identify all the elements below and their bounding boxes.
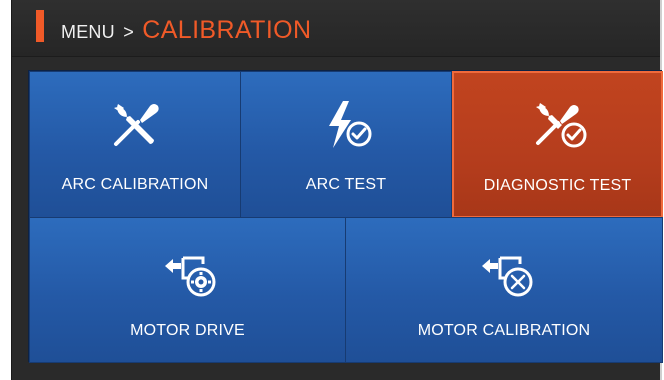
lightning-check-icon — [329, 101, 372, 148]
motor-drive-label: MOTOR DRIVE — [130, 322, 245, 339]
arc-calibration-label: ARC CALIBRATION — [61, 176, 209, 193]
arc-calibration-button[interactable]: ARC CALIBRATION — [29, 71, 241, 218]
motor-calibration-label: MOTOR CALIBRATION — [417, 322, 591, 339]
diagnostic-test-button[interactable]: DIAGNOSTIC TEST — [452, 71, 663, 218]
breadcrumb-separator: > — [123, 22, 134, 42]
header-bar: MENU > CALIBRATION — [12, 0, 660, 57]
diagnostic-test-label: DIAGNOSTIC TEST — [483, 177, 632, 194]
tools-check-icon — [536, 103, 587, 148]
arc-test-button[interactable]: ARC TEST — [240, 71, 452, 218]
motor-tools-icon — [482, 256, 533, 297]
motor-gear-icon — [165, 256, 216, 297]
header-accent-bar — [36, 10, 44, 42]
device-screen: MENU > CALIBRATION ARC CALIBRATION ARC T… — [11, 0, 663, 380]
page-title: CALIBRATION — [142, 16, 312, 44]
breadcrumb-menu[interactable]: MENU — [61, 22, 115, 42]
motor-drive-button[interactable]: MOTOR DRIVE — [29, 217, 346, 363]
wrench-screwdriver-icon — [114, 104, 159, 146]
menu-grid: ARC CALIBRATION ARC TEST DIAGNOSTIC TEST — [28, 70, 663, 363]
breadcrumb: MENU > CALIBRATION — [61, 14, 311, 46]
motor-calibration-button[interactable]: MOTOR CALIBRATION — [345, 217, 663, 363]
arc-test-label: ARC TEST — [305, 176, 387, 193]
